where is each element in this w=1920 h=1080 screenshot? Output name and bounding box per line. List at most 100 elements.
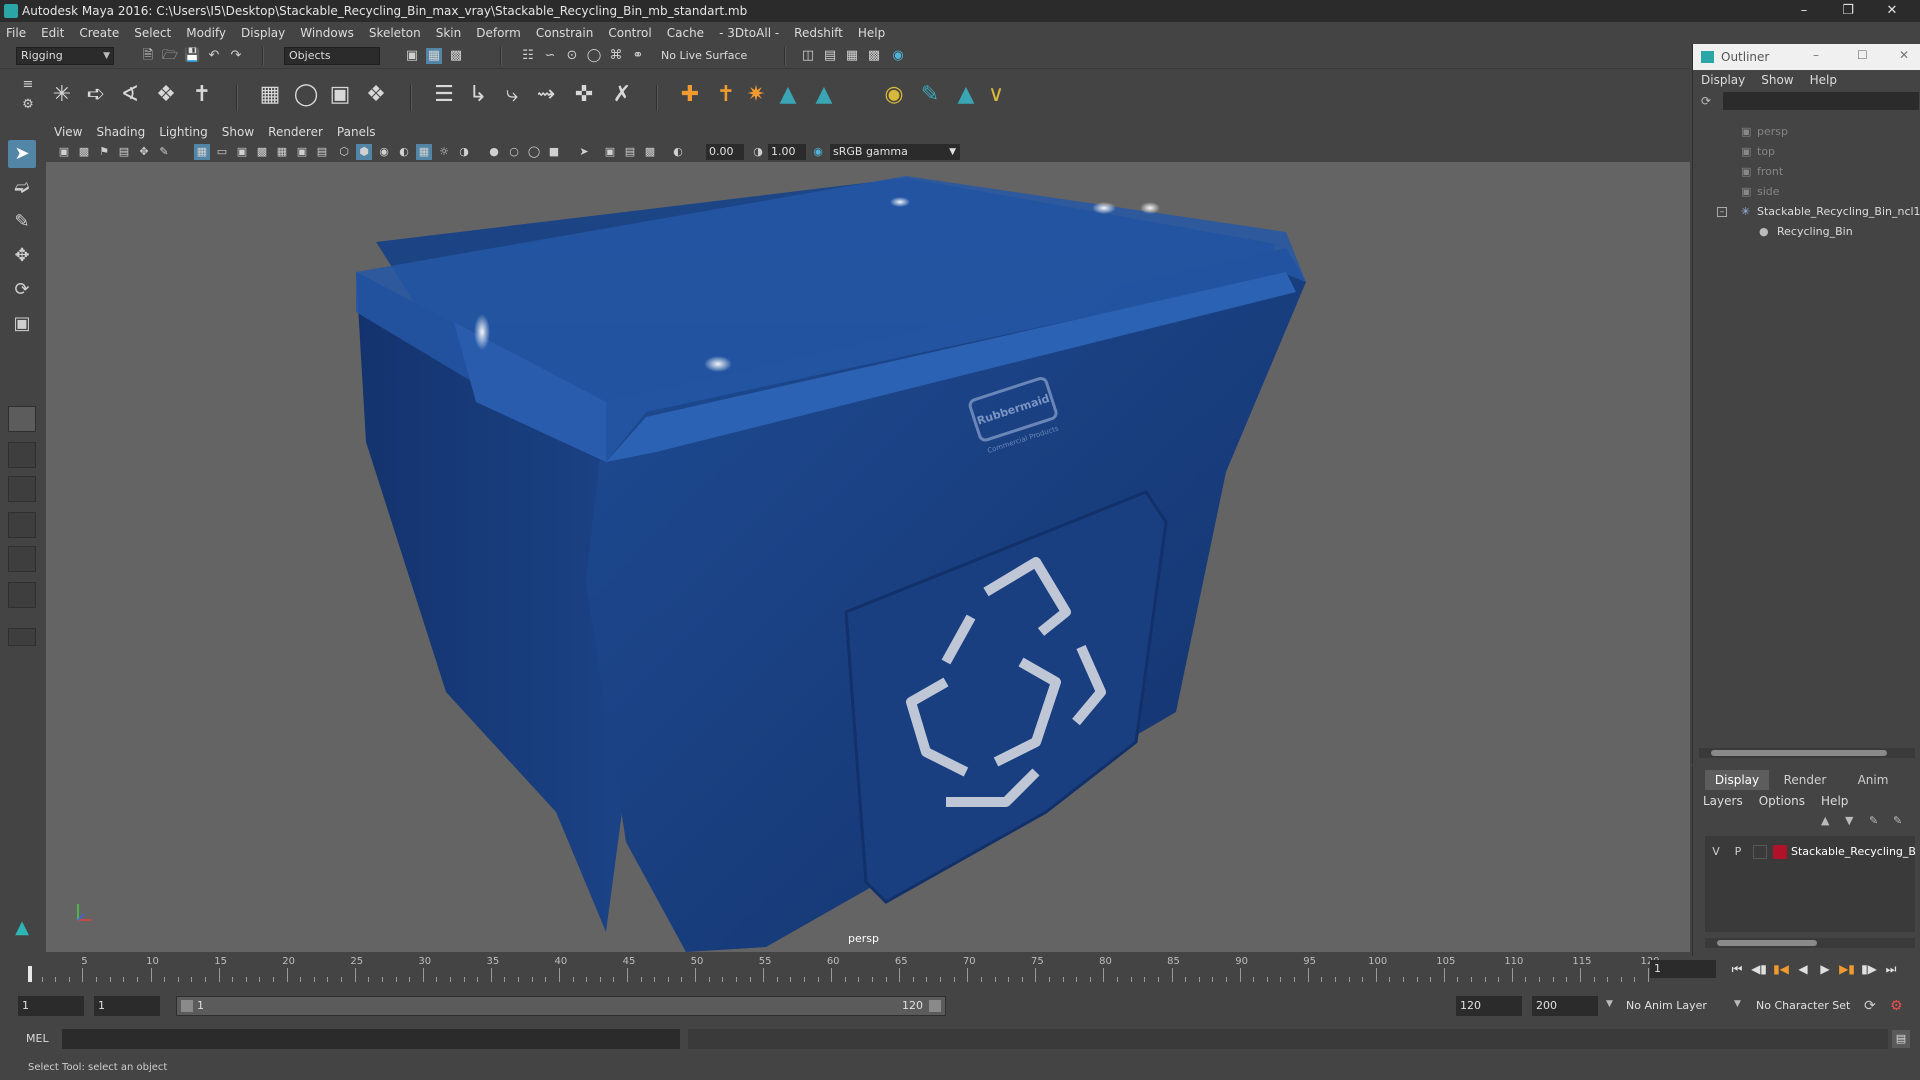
snap-point-icon[interactable]: ⊙: [564, 48, 580, 64]
play-forwards-icon[interactable]: ▶: [1816, 960, 1834, 978]
command-language-label[interactable]: MEL: [26, 1032, 49, 1045]
move-layer-up-icon[interactable]: ▲: [1821, 814, 1829, 827]
rotate-tool-icon[interactable]: ⟳: [8, 276, 36, 304]
persp-uv-layout-icon[interactable]: [8, 582, 36, 608]
lock-camera-icon[interactable]: ▩: [76, 144, 92, 160]
outliner-horizontal-scrollbar[interactable]: [1699, 748, 1915, 758]
menu-skin[interactable]: Skin: [436, 26, 462, 40]
step-back-frame-icon[interactable]: ◀▮: [1750, 960, 1768, 978]
exposure-icon[interactable]: ◐: [670, 144, 686, 160]
layer-menu-options[interactable]: Options: [1759, 794, 1805, 808]
step-back-key-icon[interactable]: ▮◀: [1772, 960, 1790, 978]
step-forward-frame-icon[interactable]: ▮▶: [1860, 960, 1878, 978]
point-constraint-icon[interactable]: ✝: [710, 79, 742, 111]
snap-grid-icon[interactable]: ☷: [520, 48, 536, 64]
view-transform-dropdown[interactable]: sRGB gamma ▼: [830, 144, 960, 160]
use-default-material-icon[interactable]: ◉: [376, 144, 392, 160]
collapse-icon[interactable]: –: [1717, 207, 1727, 217]
paint-weights-icon[interactable]: ⤷: [496, 79, 528, 111]
smooth-shade-icon[interactable]: ⬢: [356, 144, 372, 160]
locator-icon[interactable]: ✚: [674, 79, 706, 111]
grid-icon[interactable]: ▦: [194, 144, 210, 160]
restore-button[interactable]: ❐: [1828, 0, 1868, 22]
panel-menu-shading[interactable]: Shading: [96, 125, 145, 139]
outliner-item-mesh[interactable]: ● Recycling_Bin: [1693, 222, 1920, 242]
wire-icon[interactable]: ❖: [360, 79, 392, 111]
make-live-icon[interactable]: ⚭: [630, 48, 646, 64]
scale-tool-icon[interactable]: ▣: [8, 310, 36, 338]
outliner-menu-show[interactable]: Show: [1761, 73, 1793, 87]
current-frame-field[interactable]: 1: [1650, 960, 1716, 978]
outliner-search-field[interactable]: [1723, 92, 1919, 110]
outliner-item-persp[interactable]: ▣ persp: [1693, 122, 1920, 142]
prune-weights-icon[interactable]: ✗: [606, 79, 638, 111]
layer-menu-help[interactable]: Help: [1821, 794, 1848, 808]
layer-color-swatch[interactable]: [1773, 845, 1787, 859]
shadows-icon[interactable]: ◑: [456, 144, 472, 160]
outliner-filter-icon[interactable]: ⟳: [1701, 94, 1715, 108]
snap-curve-icon[interactable]: ∽: [542, 48, 558, 64]
menu-select[interactable]: Select: [134, 26, 171, 40]
persp-outliner-layout-icon[interactable]: [8, 476, 36, 502]
playback-start-field[interactable]: 1: [94, 996, 160, 1016]
playback-end-field[interactable]: 120: [1456, 996, 1522, 1016]
exposure-field[interactable]: 0.00: [706, 144, 744, 160]
shelf-settings-icon[interactable]: ⚙: [20, 97, 36, 113]
outliner-maximize-button[interactable]: ☐: [1857, 48, 1868, 62]
detach-skin-icon[interactable]: ↳: [462, 79, 494, 111]
orient-constraint-icon[interactable]: ▲: [772, 79, 804, 111]
wireframe-on-shaded-icon[interactable]: ◐: [396, 144, 412, 160]
textured-icon[interactable]: ▦: [416, 144, 432, 160]
image-plane-icon[interactable]: ▤: [116, 144, 132, 160]
panel-menu-renderer[interactable]: Renderer: [268, 125, 323, 139]
joint-tool-icon[interactable]: ✳: [46, 79, 78, 111]
current-time-indicator[interactable]: [28, 966, 32, 982]
layer-playback-toggle[interactable]: P: [1731, 842, 1745, 862]
range-start-handle[interactable]: [181, 1000, 193, 1012]
layer-row[interactable]: V P Stackable_Recycling_B: [1705, 842, 1916, 862]
range-slider[interactable]: 1 120: [176, 996, 946, 1016]
snap-surface-icon[interactable]: ⌘: [608, 48, 624, 64]
gamma-field[interactable]: 1.00: [768, 144, 806, 160]
paint-select-tool-icon[interactable]: ✎: [8, 208, 36, 236]
four-view-layout-icon[interactable]: [8, 442, 36, 468]
pose-icon[interactable]: ∨: [980, 79, 1012, 111]
paint-tool-icon[interactable]: ✎: [914, 79, 946, 111]
ik-spline-icon[interactable]: ❖: [150, 79, 182, 111]
outliner-item-front[interactable]: ▣ front: [1693, 162, 1920, 182]
shelf-menu-icon[interactable]: ≡: [20, 77, 36, 93]
gate-mask-icon[interactable]: ▩: [254, 144, 270, 160]
menu-skeleton[interactable]: Skeleton: [369, 26, 421, 40]
menu-file[interactable]: File: [6, 26, 26, 40]
safe-action-icon[interactable]: ▣: [294, 144, 310, 160]
render-view-icon[interactable]: ▩: [866, 48, 882, 64]
menu-edit[interactable]: Edit: [41, 26, 64, 40]
hypershade-icon[interactable]: ◉: [890, 48, 906, 64]
ik-handle-icon[interactable]: ∢: [114, 79, 146, 111]
xray-active-icon[interactable]: ▩: [642, 144, 658, 160]
use-all-lights-icon[interactable]: ☼: [436, 144, 452, 160]
animation-start-field[interactable]: 1: [18, 996, 84, 1016]
single-view-layout-icon[interactable]: [8, 406, 36, 432]
tab-display[interactable]: Display: [1705, 770, 1769, 790]
menuset-dropdown[interactable]: Rigging ▼: [16, 47, 114, 65]
menu-cache[interactable]: Cache: [667, 26, 704, 40]
ipr-render-icon[interactable]: ▦: [844, 48, 860, 64]
anim-layer-dropdown[interactable]: No Anim Layer: [1622, 996, 1740, 1016]
persp-graph-layout-icon[interactable]: [8, 512, 36, 538]
open-scene-icon[interactable]: 🗁: [162, 48, 178, 64]
outliner-close-button[interactable]: ✕: [1899, 48, 1909, 62]
blend-shape-icon[interactable]: ▲: [950, 79, 982, 111]
cluster-icon[interactable]: ◯: [290, 79, 322, 111]
move-tool-icon[interactable]: ✥: [8, 242, 36, 270]
layer-visibility-toggle[interactable]: V: [1709, 842, 1723, 862]
go-to-start-icon[interactable]: ⏮: [1728, 960, 1746, 978]
menu-deform[interactable]: Deform: [476, 26, 521, 40]
menu-display[interactable]: Display: [241, 26, 285, 40]
tab-anim[interactable]: Anim: [1841, 770, 1905, 790]
panel-menu-panels[interactable]: Panels: [337, 125, 376, 139]
go-to-end-icon[interactable]: ⏭: [1882, 960, 1900, 978]
menu-constrain[interactable]: Constrain: [536, 26, 594, 40]
more-layouts-icon[interactable]: [8, 628, 36, 646]
outliner-menu-display[interactable]: Display: [1701, 73, 1745, 87]
